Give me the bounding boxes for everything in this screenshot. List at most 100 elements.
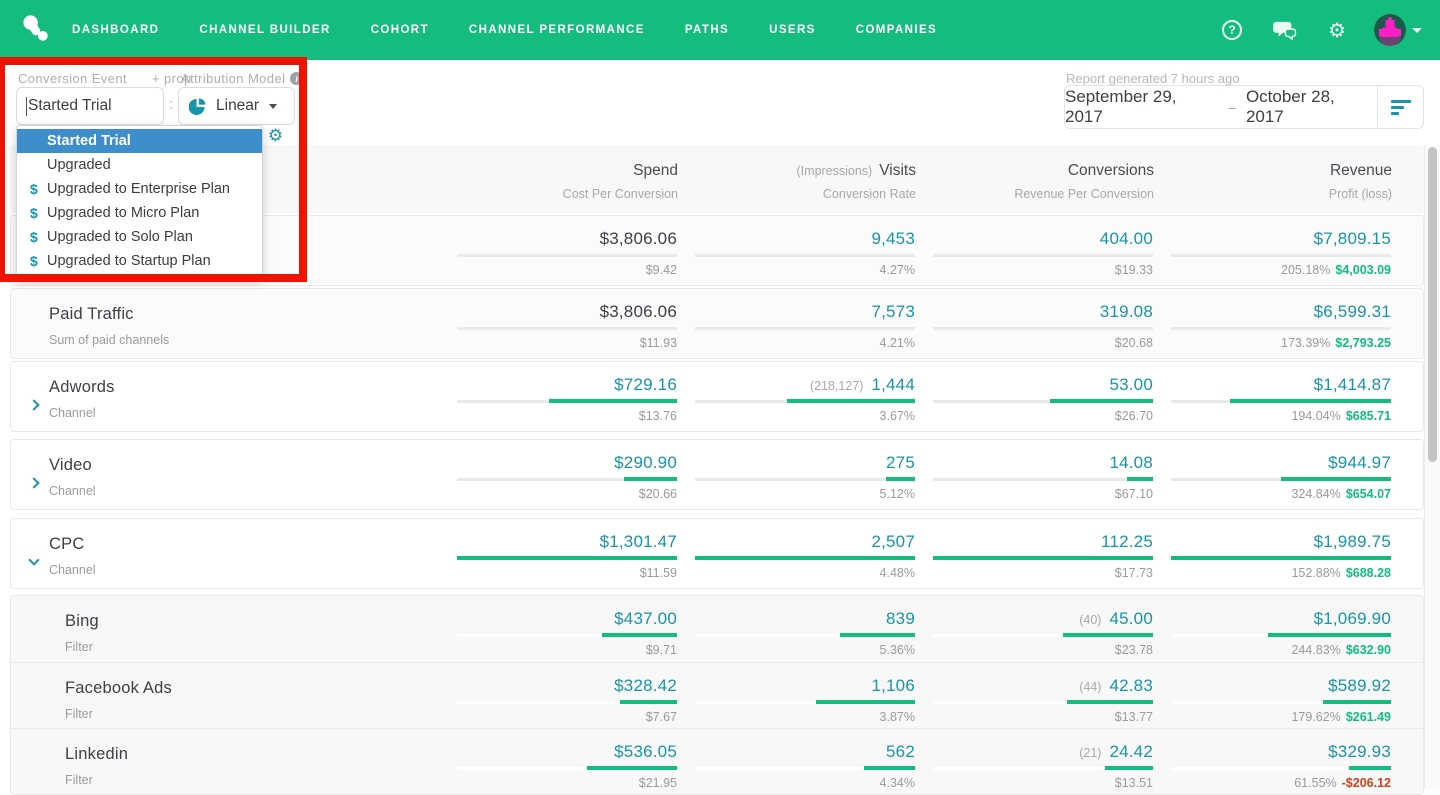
visits-value[interactable]: 275 (886, 453, 915, 473)
conversions-value[interactable]: 24.42 (1109, 742, 1153, 762)
visits-value[interactable]: 7,573 (871, 302, 915, 322)
visits-value[interactable]: 1,106 (871, 676, 915, 696)
visits-value[interactable]: 9,453 (871, 229, 915, 249)
nav-item-channel-performance[interactable]: CHANNEL PERFORMANCE (469, 24, 645, 36)
dropdown-option[interactable]: Upgraded (17, 153, 262, 177)
nav-item-dashboard[interactable]: DASHBOARD (72, 24, 159, 36)
spend-value[interactable]: $729.16 (614, 375, 677, 395)
spend-value[interactable]: $328.42 (614, 676, 677, 696)
dropdown-option[interactable]: $Upgraded to Startup Plan (17, 249, 262, 273)
visits-value-line: 2,507 (677, 532, 915, 554)
conversions-value-line: (40)45.00 (915, 609, 1153, 631)
dropdown-option[interactable]: $Upgraded to Micro Plan (17, 201, 262, 225)
conversions-value-line: (21) 24.42 (915, 742, 1153, 764)
spend-value[interactable]: $3,806.06 (600, 302, 677, 322)
dropdown-option[interactable]: $Upgraded to Solo Plan (17, 225, 262, 249)
header-prefix: (Impressions) (797, 164, 873, 178)
table-row[interactable]: VideoChannel$290.90$20.662755.12%14.08$6… (11, 440, 1423, 509)
revenue-value[interactable]: $944.97 (1328, 453, 1391, 473)
settings-gear-icon[interactable]: ⚙ (268, 126, 283, 146)
nav-right: ? ⚙ (1222, 0, 1422, 60)
header-label[interactable]: Conversions (1068, 162, 1154, 179)
profit-value: $2,793.25 (1335, 336, 1391, 350)
row-name: Bing (65, 609, 439, 631)
date-range-picker[interactable]: September 29, 2017 – October 28, 2017 (1064, 85, 1424, 129)
table-row[interactable]: BingFilter$437.00$9.718395.36%(40)45.00$… (11, 596, 1423, 662)
dropdown-option[interactable]: Started Trial (17, 129, 262, 153)
nav-item-cohort[interactable]: COHORT (371, 24, 429, 36)
conversions-value[interactable]: 319.08 (1100, 302, 1153, 322)
info-icon[interactable]: i (290, 72, 303, 85)
nav-item-companies[interactable]: COMPANIES (856, 24, 937, 36)
visits-value-line: 1,106 (677, 676, 915, 698)
table-row[interactable]: CPCChannel$1,301.47$11.592,5074.48%112.2… (11, 519, 1423, 588)
dropdown-option[interactable]: $Upgraded to Enterprise Plan (17, 177, 262, 201)
conversions-value[interactable]: 42.83 (1109, 676, 1153, 696)
conversions-secondary-value: (21) (1079, 746, 1101, 760)
visits-sub-value: 4.21% (677, 336, 915, 350)
revenue-value[interactable]: $1,069.90 (1314, 609, 1391, 629)
attribution-model-value: Linear (216, 97, 259, 115)
conversions-value[interactable]: 404.00 (1100, 229, 1153, 249)
conversion-event-input[interactable]: Started Trial (16, 87, 164, 125)
conversions-bar (933, 478, 1153, 481)
chevron-down-icon[interactable] (1412, 28, 1422, 33)
table-row[interactable]: LinkedinFilter$536.05$21.955624.34%(21)2… (11, 728, 1423, 794)
visits-cell: (218,127)1,4443.67% (677, 375, 915, 431)
gear-icon[interactable]: ⚙ (1328, 20, 1346, 40)
header-label[interactable]: Revenue (1330, 162, 1392, 179)
avatar[interactable] (1374, 14, 1406, 46)
revenue-value[interactable]: $1,414.87 (1314, 375, 1391, 395)
app-logo-icon[interactable] (20, 13, 54, 47)
revenue-value[interactable]: $589.92 (1328, 676, 1391, 696)
profit-value: $685.71 (1346, 409, 1391, 423)
filter-icon[interactable] (1377, 86, 1423, 128)
nav-item-paths[interactable]: PATHS (685, 24, 729, 36)
table-row[interactable]: AdwordsChannel$729.16$13.76(218,127)1,44… (11, 362, 1423, 431)
revenue-bar-fill (1268, 633, 1391, 637)
attribution-model-select[interactable]: Linear (178, 87, 295, 125)
scrollbar-track[interactable] (1424, 145, 1440, 789)
spend-value[interactable]: $3,806.06 (600, 229, 677, 249)
spend-value[interactable]: $1,301.47 (600, 532, 677, 552)
scrollbar-thumb[interactable] (1428, 147, 1437, 462)
nav-item-channel-builder[interactable]: CHANNEL BUILDER (199, 24, 330, 36)
spend-bar-fill (624, 477, 677, 481)
row-type-label: Filter (65, 773, 439, 787)
conversions-value[interactable]: 112.25 (1101, 532, 1153, 552)
table-row[interactable]: Facebook AdsFilter$328.42$7.671,1063.87%… (11, 662, 1423, 728)
spend-value[interactable]: $437.00 (614, 609, 677, 629)
visits-value[interactable]: 2,507 (871, 532, 915, 552)
help-icon[interactable]: ? (1222, 20, 1242, 40)
chevron-right-icon[interactable] (28, 477, 39, 488)
conversions-value[interactable]: 14.08 (1109, 453, 1153, 473)
visits-value[interactable]: 1,444 (871, 375, 915, 395)
chevron-down-icon[interactable] (28, 554, 39, 565)
conversions-value[interactable]: 45.00 (1109, 609, 1153, 629)
dollar-icon: $ (30, 253, 38, 269)
spend-cell: $290.90$20.66 (439, 453, 677, 509)
visits-cell: 9,4534.27% (677, 229, 915, 285)
nav-item-users[interactable]: USERS (769, 24, 816, 36)
revenue-value[interactable]: $6,599.31 (1314, 302, 1391, 322)
spend-value[interactable]: $536.05 (614, 742, 677, 762)
row-card: Paid TrafficSum of paid channels$3,806.0… (10, 288, 1424, 359)
visits-bar-fill (787, 399, 915, 403)
revenue-value[interactable]: $7,809.15 (1314, 229, 1391, 249)
table-row[interactable]: Paid TrafficSum of paid channels$3,806.0… (11, 289, 1423, 358)
visits-cell: 2755.12% (677, 453, 915, 509)
header-label[interactable]: Spend (633, 162, 678, 179)
row-name-cell: Facebook AdsFilter (11, 676, 439, 728)
conversions-value[interactable]: 53.00 (1109, 375, 1153, 395)
header-label[interactable]: Visits (879, 162, 916, 179)
visits-value[interactable]: 562 (886, 742, 915, 762)
chat-icon[interactable] (1273, 20, 1297, 40)
revenue-value-line: $6,599.31 (1153, 302, 1391, 324)
conversions-secondary-value: (44) (1079, 680, 1101, 694)
revenue-value[interactable]: $1,989.75 (1314, 532, 1391, 552)
spend-value[interactable]: $290.90 (614, 453, 677, 473)
revenue-value[interactable]: $329.93 (1328, 742, 1391, 762)
chevron-right-icon[interactable] (28, 399, 39, 410)
dropdown-option-label: Started Trial (47, 133, 131, 149)
visits-value[interactable]: 839 (886, 609, 915, 629)
